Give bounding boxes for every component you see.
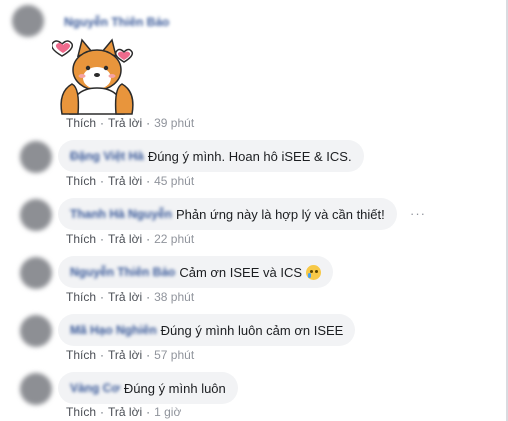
comment-actions: Thích · Trả lời · 57 phút <box>66 348 194 362</box>
comment-actions: Thích · Trả lời · 22 phút <box>66 232 194 246</box>
avatar[interactable] <box>12 5 44 37</box>
separator: · <box>146 405 151 419</box>
avatar[interactable] <box>20 315 52 347</box>
comment-bubble: Thanh Hà Nguyễn Phản ứng này là hợp lý v… <box>58 198 397 230</box>
comment-bubble: Đặng Việt Hà Đúng ý mình. Hoan hô iSEE &… <box>58 140 364 172</box>
like-link[interactable]: Thích <box>66 116 96 130</box>
comment-text: Phản ứng này là hợp lý và cần thiết! <box>176 206 385 222</box>
comment-author[interactable]: Vàng Cơ <box>70 381 120 395</box>
comment-bubble: Vàng Cơ Đúng ý mình luôn <box>58 372 238 404</box>
comment-text: Đúng ý mình. Hoan hô iSEE & ICS. <box>147 148 352 164</box>
separator: · <box>100 174 105 188</box>
separator: · <box>146 116 151 130</box>
comment-text: Cảm ơn ISEE và ICS <box>179 264 303 280</box>
reply-link[interactable]: Trả lời <box>108 116 142 130</box>
like-link[interactable]: Thích <box>66 290 96 304</box>
like-link[interactable]: Thích <box>66 405 96 419</box>
comment-time[interactable]: 22 phút <box>154 232 194 246</box>
comment-time[interactable]: 57 phút <box>154 348 194 362</box>
separator: · <box>100 116 105 130</box>
shiba-heart-sticker <box>50 34 142 116</box>
comment-time[interactable]: 39 phút <box>154 116 194 130</box>
comment-text: Đúng ý mình luôn <box>123 380 226 396</box>
comment-actions: Thích · Trả lời · 45 phút <box>66 174 194 188</box>
separator: · <box>100 290 105 304</box>
reply-link[interactable]: Trả lời <box>108 174 142 188</box>
comment-actions: Thích · Trả lời · 39 phút <box>66 116 194 130</box>
comment-time[interactable]: 38 phút <box>154 290 194 304</box>
comment-actions: Thích · Trả lời · 38 phút <box>66 290 194 304</box>
reply-link[interactable]: Trả lời <box>108 405 142 419</box>
comment-bubble: Nguyễn Thiên Bảo Cảm ơn ISEE và ICS <box>58 256 334 288</box>
reply-link[interactable]: Trả lời <box>108 232 142 246</box>
comment-author[interactable]: Nguyễn Thiên Bảo <box>70 265 175 279</box>
like-link[interactable]: Thích <box>66 348 96 362</box>
comment-bubble: Mã Hạo Nghiên Đúng ý mình luôn cảm ơn IS… <box>58 314 356 346</box>
comment-author[interactable]: Nguyễn Thiên Bảo <box>64 15 169 29</box>
reply-link[interactable]: Trả lời <box>108 290 142 304</box>
avatar[interactable] <box>20 373 52 405</box>
avatar[interactable] <box>20 257 52 289</box>
separator: · <box>100 232 105 246</box>
avatar[interactable] <box>20 199 52 231</box>
separator: · <box>100 405 105 419</box>
separator: · <box>146 232 151 246</box>
reply-link[interactable]: Trả lời <box>108 348 142 362</box>
comment-author[interactable]: Đặng Việt Hà <box>70 149 144 163</box>
crying-face-icon <box>306 264 322 280</box>
separator: · <box>146 174 151 188</box>
more-options-icon[interactable]: ··· <box>410 206 426 221</box>
like-link[interactable]: Thích <box>66 174 96 188</box>
comment-time[interactable]: 1 giờ <box>154 405 181 419</box>
comment-author[interactable]: Mã Hạo Nghiên <box>70 323 157 337</box>
comment-actions: Thích · Trả lời · 1 giờ <box>66 405 181 419</box>
separator: · <box>146 348 151 362</box>
like-link[interactable]: Thích <box>66 232 96 246</box>
comment-time[interactable]: 45 phút <box>154 174 194 188</box>
comment-author[interactable]: Thanh Hà Nguyễn <box>70 207 172 221</box>
comment-text: Đúng ý mình luôn cảm ơn ISEE <box>160 322 344 338</box>
avatar[interactable] <box>20 141 52 173</box>
separator: · <box>100 348 105 362</box>
separator: · <box>146 290 151 304</box>
